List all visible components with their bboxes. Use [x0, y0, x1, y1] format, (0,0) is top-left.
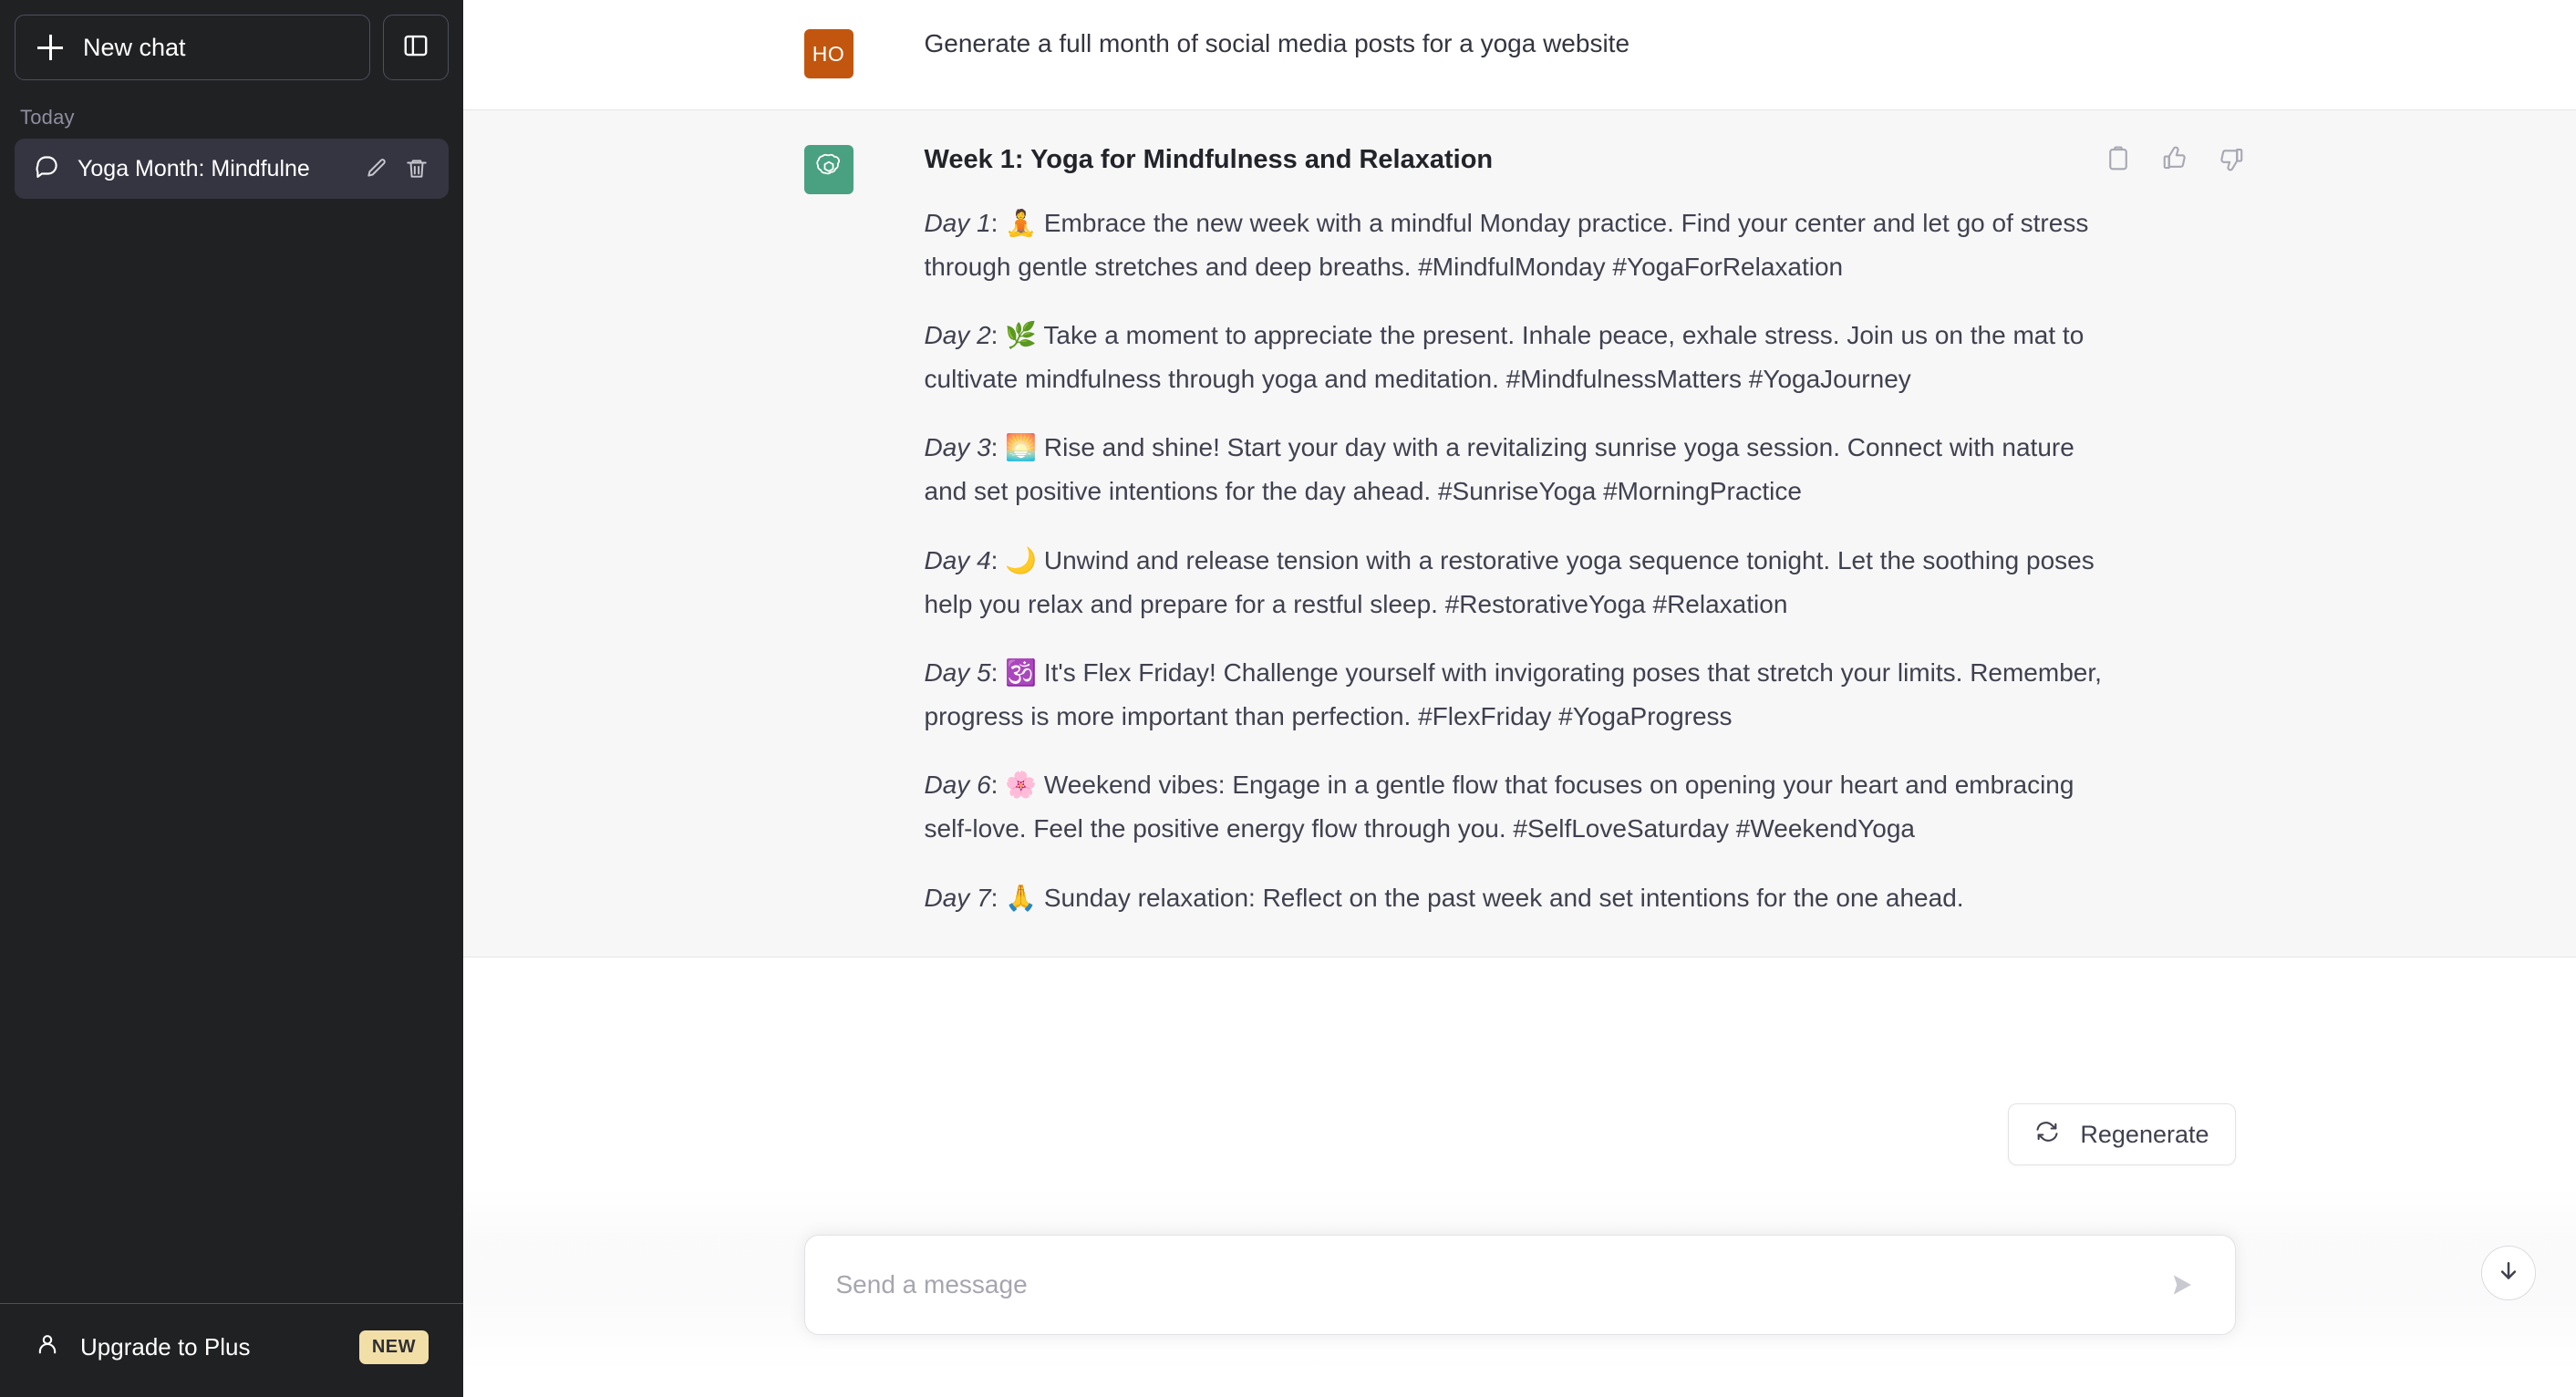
day-post: Day 5: 🕉️ It's Flex Friday! Challenge yo… — [924, 657, 2102, 731]
avatar: HO — [803, 29, 853, 78]
herb-leaf-icon: 🌿 — [1005, 320, 1038, 350]
copy-icon[interactable] — [2105, 145, 2132, 172]
day-text: Rise and shine! Start your day with a re… — [924, 433, 2074, 506]
day-post: Day 7: 🙏 Sunday relaxation: Reflect on t… — [924, 882, 1964, 913]
day-text: Weekend vibes: Engage in a gentle flow t… — [924, 771, 2074, 843]
chat-history-item[interactable]: Yoga Month: Mindfulne — [15, 139, 449, 199]
assistant-heading: Week 1: Yoga for Mindfulness and Relaxat… — [924, 145, 1494, 174]
day-post: Day 6: 🌸 Weekend vibes: Engage in a gent… — [924, 770, 2074, 843]
upgrade-label: Upgrade to Plus — [80, 1332, 251, 1361]
regenerate-button[interactable]: Regenerate — [2008, 1103, 2236, 1165]
new-badge: NEW — [358, 1330, 429, 1364]
chat-history-list: Yoga Month: Mindfulne — [0, 139, 463, 199]
plus-icon — [37, 35, 63, 60]
regenerate-label: Regenerate — [2080, 1120, 2209, 1148]
sidebar-section-label: Today — [20, 106, 75, 129]
day-label: Day 4 — [924, 545, 991, 574]
message-input[interactable] — [835, 1270, 2160, 1299]
upgrade-to-plus-button[interactable]: Upgrade to Plus NEW — [15, 1317, 449, 1377]
chat-item-actions — [365, 157, 429, 181]
person-icon — [35, 1331, 60, 1363]
sunrise-icon: 🌅 — [1005, 432, 1038, 463]
openai-logo-icon — [813, 151, 844, 188]
message-thread[interactable]: HO Generate a full month of social media… — [463, 0, 2576, 1397]
day-label: Day 2 — [924, 321, 991, 349]
sidebar: New chat Today Yoga Month: Mindfulne Upg… — [0, 0, 463, 1397]
composer-zone: Regenerate — [463, 1103, 2576, 1397]
day-post: Day 2: 🌿 Take a moment to appreciate the… — [924, 320, 2085, 394]
thumbs-up-icon[interactable] — [2161, 145, 2188, 172]
day-text: Sunday relaxation: Reflect on the past w… — [1043, 883, 1964, 912]
user-message-row: HO Generate a full month of social media… — [463, 0, 2576, 109]
assistant-message-body: Week 1: Yoga for Mindfulness and Relaxat… — [925, 143, 2236, 920]
message-actions — [2105, 145, 2245, 172]
trash-icon[interactable] — [405, 157, 429, 181]
send-button[interactable] — [2160, 1263, 2204, 1307]
avatar — [803, 145, 853, 194]
day-label: Day 5 — [924, 657, 991, 687]
user-message-text: Generate a full month of social media po… — [924, 29, 1630, 57]
day-label: Day 6 — [924, 771, 991, 800]
pencil-icon[interactable] — [365, 157, 388, 181]
day-post: Day 1: 🧘 Embrace the new week with a min… — [924, 207, 2089, 281]
day-post: Day 4: 🌙 Unwind and release tension with… — [924, 544, 2095, 618]
sidebar-footer: Upgrade to Plus NEW — [0, 1303, 463, 1397]
new-chat-label: New chat — [83, 33, 186, 61]
refresh-icon — [2034, 1119, 2060, 1151]
folded-hands-icon: 🙏 — [1005, 882, 1038, 913]
day-text: Unwind and release tension with a restor… — [924, 545, 2095, 618]
new-chat-button[interactable]: New chat — [15, 15, 370, 80]
cherry-blossom-icon: 🌸 — [1005, 770, 1038, 801]
sidebar-toggle-button[interactable] — [383, 15, 449, 80]
om-symbol-icon: 🕉️ — [1005, 657, 1038, 688]
sidebar-top-actions: New chat — [0, 0, 463, 80]
main-area: HO Generate a full month of social media… — [463, 0, 2576, 1397]
day-text: Take a moment to appreciate the present.… — [924, 321, 2085, 394]
day-text: Embrace the new week with a mindful Mond… — [924, 208, 2089, 281]
chat-history-item-title: Yoga Month: Mindfulne — [78, 155, 310, 181]
day-text: It's Flex Friday! Challenge yourself wit… — [924, 657, 2102, 731]
thumbs-down-icon[interactable] — [2218, 145, 2245, 172]
scroll-to-bottom-button[interactable] — [2481, 1246, 2536, 1300]
composer-box[interactable] — [803, 1235, 2236, 1335]
day-post: Day 3: 🌅 Rise and shine! Start your day … — [924, 432, 2074, 506]
person-in-lotus-position-icon: 🧘 — [1005, 207, 1038, 238]
sidebar-panel-icon — [402, 32, 429, 64]
chat-bubble-icon — [35, 153, 59, 184]
day-label: Day 1 — [924, 208, 991, 237]
assistant-message-row: Week 1: Yoga for Mindfulness and Relaxat… — [463, 109, 2576, 957]
day-label: Day 7 — [924, 883, 991, 912]
day-label: Day 3 — [924, 433, 991, 462]
chat-app: New chat Today Yoga Month: Mindfulne Upg… — [0, 0, 2576, 1397]
crescent-moon-icon: 🌙 — [1005, 544, 1038, 575]
arrow-down-icon — [2495, 1257, 2522, 1289]
